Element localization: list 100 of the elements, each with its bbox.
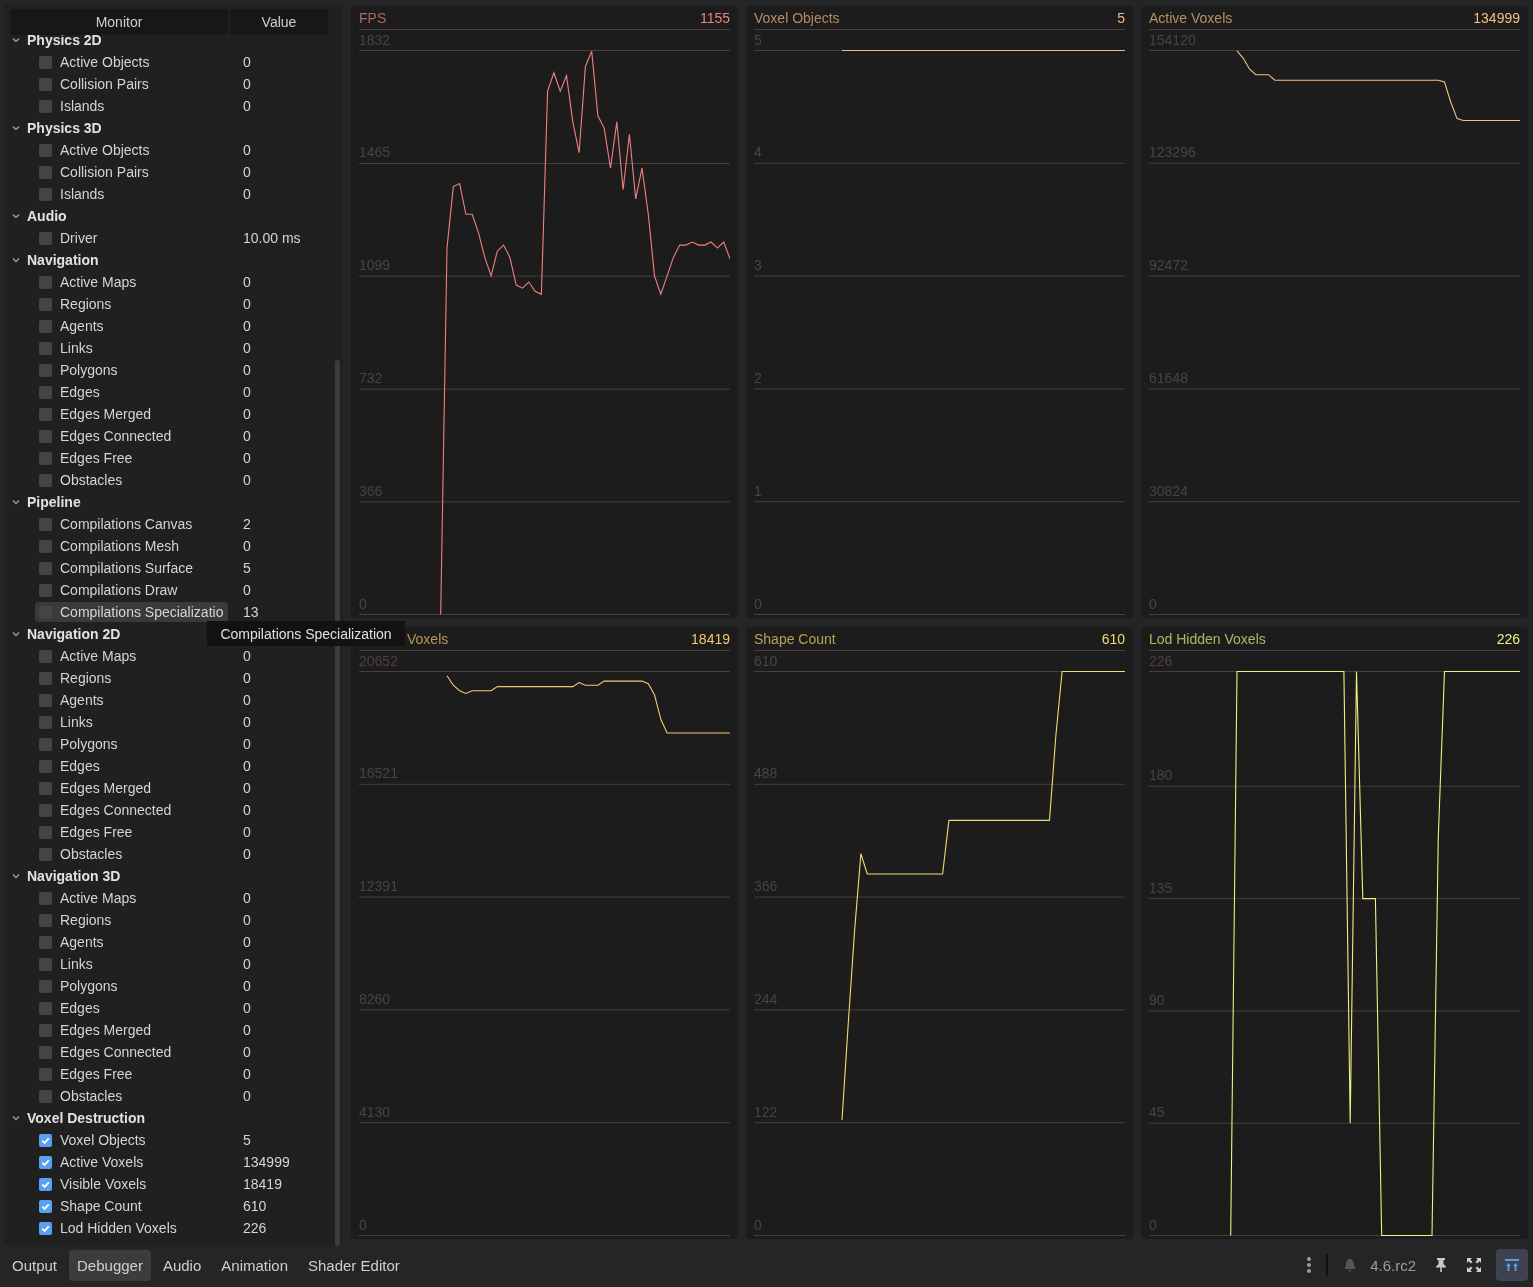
monitor-row[interactable]: Polygons (35, 976, 228, 996)
monitor-row[interactable]: Active Objects (35, 140, 228, 160)
monitor-row[interactable]: Compilations Draw (35, 580, 228, 600)
monitor-row[interactable]: Active Maps (35, 888, 228, 908)
checkbox[interactable] (39, 539, 52, 553)
checkbox[interactable] (39, 1089, 52, 1103)
monitor-row[interactable]: Edges Merged (35, 778, 228, 798)
group-label[interactable]: Audio (27, 208, 67, 224)
checkbox[interactable] (39, 979, 52, 993)
monitor-row[interactable]: Lod Hidden Voxels (35, 1218, 228, 1238)
group-label[interactable]: Voxel Destruction (27, 1110, 145, 1126)
monitor-row[interactable]: Active Objects (35, 52, 228, 72)
group-label[interactable]: Physics 3D (27, 120, 102, 136)
checkbox[interactable] (39, 1221, 52, 1235)
checkbox[interactable] (39, 759, 52, 773)
panel-tab[interactable]: Animation (213, 1249, 296, 1281)
chevron-icon[interactable] (11, 123, 21, 133)
monitor-row[interactable]: Agents (35, 316, 228, 336)
monitor-row[interactable]: Agents (35, 932, 228, 952)
checkbox[interactable] (39, 671, 52, 685)
panel-tab[interactable]: Shader Editor (300, 1249, 408, 1281)
panel-tab[interactable]: Output (4, 1249, 66, 1281)
checkbox[interactable] (39, 319, 52, 333)
checkbox[interactable] (39, 649, 52, 663)
monitor-row[interactable]: Edges Merged (35, 1020, 228, 1040)
monitor-row[interactable]: Obstacles (35, 844, 228, 864)
checkbox[interactable] (39, 1199, 52, 1213)
group-label[interactable]: Navigation (27, 252, 99, 268)
checkbox[interactable] (39, 407, 52, 421)
checkbox[interactable] (39, 55, 52, 69)
checkbox[interactable] (39, 1045, 52, 1059)
checkbox[interactable] (39, 341, 52, 355)
monitor-row[interactable]: Links (35, 954, 228, 974)
checkbox[interactable] (39, 847, 52, 861)
monitor-row[interactable]: Collision Pairs (35, 162, 228, 182)
checkbox[interactable] (39, 77, 52, 91)
chevron-icon[interactable] (11, 871, 21, 881)
group-label[interactable]: Pipeline (27, 494, 81, 510)
checkbox[interactable] (39, 275, 52, 289)
monitor-row[interactable]: Edges Free (35, 1064, 228, 1084)
checkbox[interactable] (39, 1177, 52, 1191)
checkbox[interactable] (39, 385, 52, 399)
monitor-row[interactable]: Regions (35, 668, 228, 688)
checkbox[interactable] (39, 143, 52, 157)
checkbox[interactable] (39, 1155, 52, 1169)
checkbox[interactable] (39, 583, 52, 597)
monitor-row[interactable]: Collision Pairs (35, 74, 228, 94)
chevron-icon[interactable] (11, 35, 21, 45)
chevron-icon[interactable] (11, 497, 21, 507)
monitor-row[interactable]: Islands (35, 184, 228, 204)
chevron-icon[interactable] (11, 211, 21, 221)
checkbox[interactable] (39, 363, 52, 377)
dock-toggle-button[interactable] (1496, 1249, 1528, 1281)
monitor-row[interactable]: Obstacles (35, 470, 228, 490)
monitor-row[interactable]: Compilations Canvas (35, 514, 228, 534)
checkbox[interactable] (39, 165, 52, 179)
more-icon[interactable] (1306, 1256, 1313, 1274)
monitor-row[interactable]: Driver (35, 228, 228, 248)
checkbox[interactable] (39, 451, 52, 465)
checkbox[interactable] (39, 1023, 52, 1037)
monitor-row[interactable]: Polygons (35, 360, 228, 380)
monitor-row[interactable]: Regions (35, 910, 228, 930)
checkbox[interactable] (39, 715, 52, 729)
monitor-row[interactable]: Agents (35, 690, 228, 710)
monitor-row[interactable]: Edges (35, 998, 228, 1018)
monitor-row[interactable]: Edges (35, 382, 228, 402)
chevron-icon[interactable] (11, 1113, 21, 1123)
checkbox[interactable] (39, 935, 52, 949)
checkbox[interactable] (39, 231, 52, 245)
monitor-row[interactable]: Compilations Mesh (35, 536, 228, 556)
panel-tab[interactable]: Debugger (69, 1249, 151, 1281)
checkbox[interactable] (39, 693, 52, 707)
group-label[interactable]: Navigation 2D (27, 626, 121, 642)
monitor-row[interactable]: Shape Count (35, 1196, 228, 1216)
chevron-icon[interactable] (11, 629, 21, 639)
monitor-row[interactable]: Compilations Specializatio (35, 602, 228, 622)
checkbox[interactable] (39, 473, 52, 487)
checkbox[interactable] (39, 803, 52, 817)
monitor-row[interactable]: Compilations Surface (35, 558, 228, 578)
monitor-row[interactable]: Edges Connected (35, 800, 228, 820)
checkbox[interactable] (39, 1067, 52, 1081)
checkbox[interactable] (39, 561, 52, 575)
checkbox[interactable] (39, 825, 52, 839)
monitor-row[interactable]: Regions (35, 294, 228, 314)
fullscreen-icon[interactable] (1466, 1257, 1482, 1273)
monitor-row[interactable]: Links (35, 712, 228, 732)
checkbox[interactable] (39, 913, 52, 927)
monitor-row[interactable]: Links (35, 338, 228, 358)
monitor-row[interactable]: Active Maps (35, 272, 228, 292)
checkbox[interactable] (39, 1133, 52, 1147)
monitor-row[interactable]: Edges Free (35, 448, 228, 468)
checkbox[interactable] (39, 737, 52, 751)
checkbox[interactable] (39, 429, 52, 443)
pin-icon[interactable] (1434, 1257, 1448, 1273)
checkbox[interactable] (39, 99, 52, 113)
monitor-row[interactable]: Active Voxels (35, 1152, 228, 1172)
checkbox[interactable] (39, 957, 52, 971)
checkbox[interactable] (39, 297, 52, 311)
checkbox[interactable] (39, 187, 52, 201)
monitor-row[interactable]: Edges Connected (35, 1042, 228, 1062)
